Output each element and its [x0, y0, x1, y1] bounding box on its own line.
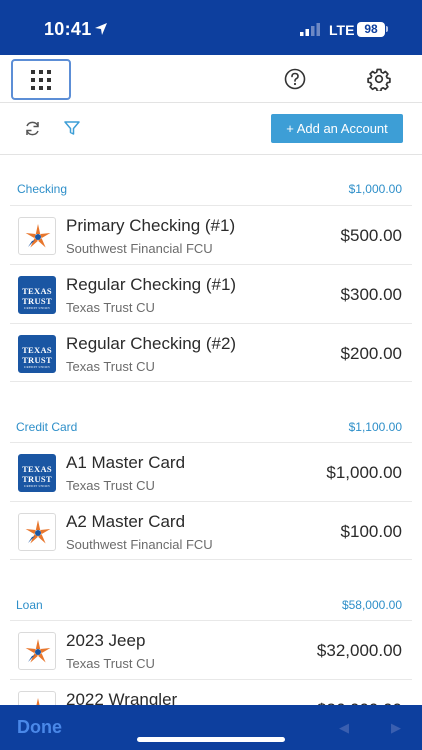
texas-trust-logo: TEXAS TRUST CREDIT UNION	[18, 454, 56, 492]
account-name: Regular Checking (#2)	[66, 334, 237, 353]
logo-line: TRUST	[22, 474, 52, 484]
help-icon[interactable]	[284, 68, 306, 90]
logo-tagline: CREDIT UNION	[24, 484, 50, 488]
texas-trust-logo: TEXAS TRUST CREDIT UNION	[18, 335, 56, 373]
account-institution: Texas Trust CU	[66, 478, 155, 493]
southwest-financial-logo	[18, 217, 56, 255]
done-button[interactable]: Done	[17, 717, 62, 738]
section-title: Loan	[16, 598, 43, 612]
add-account-button[interactable]: + Add an Account	[271, 114, 403, 143]
prev-arrow-icon[interactable]: ◀	[339, 720, 349, 736]
account-row[interactable]: TEXAS TRUST CREDIT UNION A1 Master Card …	[10, 442, 412, 501]
section-header-loan: Loan $58,000.00	[0, 590, 422, 618]
logo-tagline: CREDIT UNION	[24, 306, 50, 310]
section-title: Credit Card	[16, 420, 78, 434]
account-amount: $500.00	[340, 226, 402, 245]
account-row[interactable]: A2 Master Card Southwest Financial FCU $…	[10, 501, 412, 560]
location-arrow-icon	[95, 23, 107, 35]
logo-line: TEXAS	[22, 345, 52, 355]
logo-line: TRUST	[22, 296, 52, 306]
status-time: 10:41	[44, 19, 92, 39]
account-name: A2 Master Card	[66, 512, 186, 531]
filter-icon[interactable]	[64, 120, 80, 136]
account-amount: $100.00	[340, 522, 402, 541]
account-institution: Texas Trust CU	[66, 359, 155, 374]
logo-line: TEXAS	[22, 286, 52, 296]
account-name: Regular Checking (#1)	[66, 275, 237, 294]
home-indicator	[137, 737, 285, 742]
account-row[interactable]: TEXAS TRUST CREDIT UNION Regular Checkin…	[10, 264, 412, 323]
account-name: 2023 Jeep	[66, 631, 146, 650]
battery-icon: 98	[357, 22, 385, 37]
account-name: Primary Checking (#1)	[66, 216, 236, 235]
grid-icon	[31, 70, 51, 90]
swfcu-star-icon	[25, 639, 51, 663]
account-amount: $300.00	[340, 285, 402, 304]
status-bar: 10:41 LTE 98	[0, 0, 422, 55]
account-row[interactable]: 2023 Jeep Texas Trust CU $32,000.00	[10, 620, 412, 679]
account-institution: Texas Trust CU	[66, 300, 155, 315]
top-toolbar	[0, 55, 422, 103]
logo-line: TRUST	[22, 355, 52, 365]
section-total: $1,100.00	[348, 420, 402, 434]
texas-trust-logo: TEXAS TRUST CREDIT UNION	[18, 276, 56, 314]
section-header-checking: Checking $1,000.00	[0, 174, 422, 202]
section-title: Checking	[17, 182, 68, 196]
network-label: LTE	[329, 22, 355, 38]
swfcu-star-icon	[25, 520, 51, 544]
account-row[interactable]: Primary Checking (#1) Southwest Financia…	[10, 205, 412, 264]
account-row[interactable]: TEXAS TRUST CREDIT UNION Regular Checkin…	[10, 323, 412, 382]
account-name: A1 Master Card	[66, 453, 186, 472]
refresh-icon[interactable]	[24, 120, 41, 137]
logo-tagline: CREDIT UNION	[24, 365, 50, 369]
next-arrow-icon[interactable]: ▶	[391, 720, 401, 736]
menu-button[interactable]	[11, 59, 71, 100]
section-total: $1,000.00	[348, 182, 402, 196]
account-institution: Southwest Financial FCU	[66, 537, 213, 552]
account-amount: $32,000.00	[316, 641, 402, 660]
account-amount: $1,000.00	[326, 463, 402, 482]
signal-icon	[300, 23, 320, 36]
southwest-financial-logo	[18, 513, 56, 551]
southwest-financial-logo	[18, 632, 56, 670]
swfcu-star-icon	[25, 224, 51, 248]
bottom-bar: Done ◀ ▶	[0, 705, 422, 750]
section-total: $58,000.00	[341, 598, 402, 612]
account-institution: Texas Trust CU	[66, 656, 155, 671]
account-amount: $200.00	[340, 344, 402, 363]
section-header-credit-card: Credit Card $1,100.00	[0, 412, 422, 440]
account-institution: Southwest Financial FCU	[66, 241, 213, 256]
gear-icon[interactable]	[367, 67, 391, 91]
battery-tip	[386, 26, 388, 32]
action-bar: + Add an Account	[0, 103, 422, 155]
logo-line: TEXAS	[22, 464, 52, 474]
